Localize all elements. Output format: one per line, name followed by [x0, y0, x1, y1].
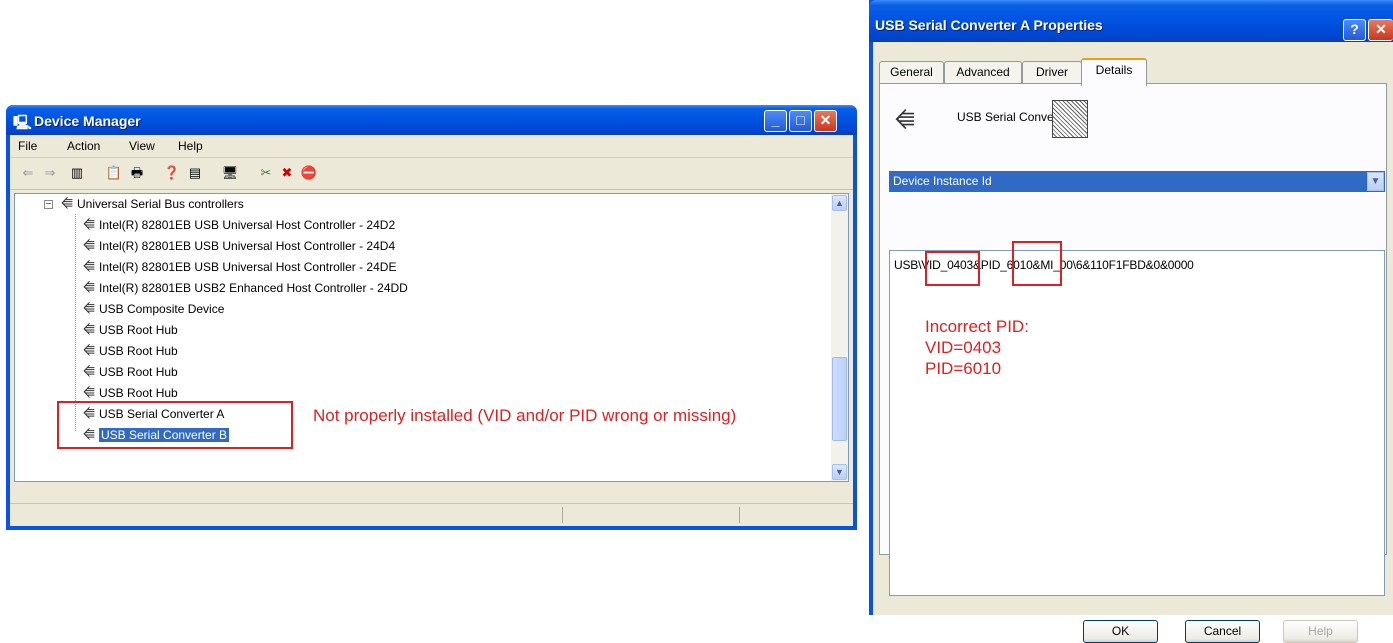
- tree-item-label: USB Composite Device: [99, 302, 225, 316]
- tree-item[interactable]: ⭅ Intel(R) 82801EB USB Universal Host Con…: [79, 258, 396, 276]
- close-icon[interactable]: ✕: [1368, 19, 1393, 41]
- annotation-line: Incorrect PID:: [925, 317, 1029, 336]
- device-manager-title: Device Manager: [34, 113, 141, 129]
- scroll-down-icon[interactable]: ▼: [832, 464, 847, 480]
- tree-item-label: USB Root Hub: [99, 344, 178, 358]
- device-tree[interactable]: − ⭅ Universal Serial Bus controllers ⭅ Int…: [14, 193, 832, 482]
- ok-button[interactable]: OK: [1083, 620, 1158, 643]
- forward-icon[interactable]: ⇒: [41, 165, 59, 181]
- tab-driver[interactable]: Driver: [1022, 61, 1082, 84]
- usb-icon: ⭅: [83, 217, 95, 232]
- disable-icon[interactable]: ⛔: [300, 165, 318, 181]
- device-manager-titlebar: 🖳 Device Manager _ □ ✕: [6, 105, 857, 135]
- vid-highlight-box: [925, 251, 980, 286]
- update-driver-icon[interactable]: ✂: [257, 165, 275, 181]
- properties-titlebar: USB Serial Converter A Properties ? ✕: [869, 0, 1393, 42]
- view-icon[interactable]: ▤: [186, 165, 204, 181]
- scroll-up-icon[interactable]: ▲: [832, 195, 847, 211]
- print-icon[interactable]: 🖶: [128, 165, 146, 181]
- tree-item-label: Intel(R) 82801EB USB2 Enhanced Host Cont…: [99, 281, 408, 295]
- properties-title: USB Serial Converter A Properties: [875, 17, 1103, 33]
- chevron-down-icon[interactable]: ▼: [1367, 172, 1384, 191]
- back-icon[interactable]: ⇐: [19, 165, 37, 181]
- category-label: Universal Serial Bus controllers: [77, 197, 244, 211]
- device-manager-body: File Action View Help ⇐ ⇒ ▥ 📋 🖶 ❓ ▤ 🖥 ✂ …: [10, 135, 853, 526]
- tab-general[interactable]: General: [879, 61, 944, 84]
- pid-highlight-box: [1012, 241, 1062, 286]
- properties-dialog: USB Serial Converter A Properties ? ✕ Ge…: [869, 0, 1393, 643]
- tab-advanced[interactable]: Advanced: [944, 61, 1022, 84]
- help-icon[interactable]: ❓: [163, 165, 181, 181]
- uninstall-icon[interactable]: ✖: [278, 165, 296, 181]
- properties-body: General Advanced Driver Details ⭅ USB Se…: [873, 42, 1393, 643]
- tree-item[interactable]: ⭅ USB Root Hub: [79, 384, 178, 402]
- tree-item[interactable]: ⭅ Intel(R) 82801EB USB Universal Host Con…: [79, 237, 395, 255]
- tree-item[interactable]: ⭅ Intel(R) 82801EB USB2 Enhanced Host Con…: [79, 279, 408, 297]
- tree-category[interactable]: ⭅ Universal Serial Bus controllers: [57, 195, 244, 213]
- usb-icon: ⭅: [83, 322, 95, 337]
- usb-icon: ⭅: [83, 301, 95, 316]
- usb-icon: ⭅: [83, 259, 95, 274]
- tree-item-label: Intel(R) 82801EB USB Universal Host Cont…: [99, 218, 396, 232]
- tree-item-label: USB Root Hub: [99, 386, 178, 400]
- maximize-icon[interactable]: □: [789, 110, 812, 132]
- status-bar: [10, 503, 853, 526]
- tree-item-label: Intel(R) 82801EB USB Universal Host Cont…: [99, 260, 397, 274]
- scan-hardware-icon[interactable]: 🖥: [221, 165, 239, 181]
- usb-icon: ⭅: [83, 364, 95, 379]
- properties-icon[interactable]: 📋: [105, 165, 123, 181]
- annotation-line: PID=6010: [925, 359, 1002, 378]
- minimize-icon[interactable]: _: [764, 110, 787, 132]
- computer-icon: 🖳: [13, 114, 32, 130]
- usb-icon: ⭅: [895, 108, 915, 133]
- menu-action[interactable]: Action: [67, 139, 100, 153]
- status-divider: [562, 507, 563, 523]
- tree-item-label: USB Root Hub: [99, 365, 178, 379]
- scroll-thumb[interactable]: [832, 357, 847, 441]
- help-button: Help: [1283, 620, 1358, 643]
- menu-bar: File Action View Help: [10, 135, 853, 158]
- tree-item[interactable]: ⭅ USB Root Hub: [79, 363, 178, 381]
- annotation-line: VID=0403: [925, 338, 1002, 357]
- not-installed-annotation: Not properly installed (VID and/or PID w…: [313, 406, 737, 425]
- menu-view[interactable]: View: [129, 139, 155, 153]
- tree-item[interactable]: ⭅ USB Root Hub: [79, 342, 178, 360]
- menu-file[interactable]: File: [18, 139, 37, 153]
- highlight-box: [57, 401, 293, 449]
- incorrect-pid-annotation: Incorrect PID: VID=0403 PID=6010: [925, 316, 1029, 379]
- toolbar: ⇐ ⇒ ▥ 📋 🖶 ❓ ▤ 🖥 ✂ ✖ ⛔: [10, 159, 853, 190]
- device-manager-window: 🖳 Device Manager _ □ ✕ File Action View …: [6, 105, 857, 530]
- tree-item[interactable]: ⭅ Intel(R) 82801EB USB Universal Host Con…: [79, 216, 395, 234]
- show-hide-tree-icon[interactable]: ▥: [68, 165, 86, 181]
- usb-icon: ⭅: [83, 385, 95, 400]
- collapse-icon[interactable]: −: [44, 200, 53, 210]
- tree-item[interactable]: ⭅ USB Root Hub: [79, 321, 178, 339]
- usb-icon: ⭅: [83, 280, 95, 295]
- property-select-value: Device Instance Id: [893, 174, 992, 188]
- menu-help[interactable]: Help: [178, 139, 203, 153]
- help-icon[interactable]: ?: [1343, 19, 1366, 41]
- cursor-busy-icon: [1052, 100, 1088, 138]
- tree-item[interactable]: ⭅ USB Composite Device: [79, 300, 224, 318]
- usb-icon: ⭅: [83, 343, 95, 358]
- usb-icon: ⭅: [61, 196, 73, 211]
- tab-details[interactable]: Details: [1081, 58, 1147, 86]
- tree-item-label: Intel(R) 82801EB USB Universal Host Cont…: [99, 239, 396, 253]
- cancel-button[interactable]: Cancel: [1185, 620, 1260, 643]
- value-list[interactable]: USB\VID_0403&PID_6010&MI_00\6&110F1FBD&0…: [889, 241, 1385, 596]
- close-icon[interactable]: ✕: [814, 110, 837, 132]
- status-divider: [739, 507, 740, 523]
- tree-scrollbar[interactable]: ▲ ▼: [831, 193, 849, 482]
- usb-icon: ⭅: [83, 238, 95, 253]
- property-select[interactable]: Device Instance Id ▼: [889, 171, 1385, 192]
- tree-item-label: USB Root Hub: [99, 323, 178, 337]
